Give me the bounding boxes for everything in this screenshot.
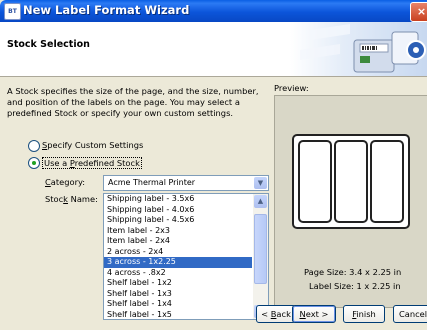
custom-settings-label: Specify Custom Settings: [42, 140, 144, 150]
preview-label-cell: [370, 140, 404, 223]
stock-list-item[interactable]: 4 across - .8x2: [104, 268, 252, 279]
back-button[interactable]: < Back: [256, 305, 296, 323]
stock-list-item[interactable]: Item label - 2x3: [104, 226, 252, 237]
description-text: A Stock specifies the size of the page, …: [7, 86, 259, 118]
label-printer-illustration: [300, 24, 426, 73]
preview-label: Preview:: [274, 83, 309, 93]
stock-preview-sheet: [292, 134, 410, 229]
header-illustration: [290, 22, 427, 76]
title-bar[interactable]: BT New Label Format Wizard ×: [0, 0, 427, 22]
stock-list-item[interactable]: Item label - 2x4: [104, 236, 252, 247]
stock-list-item[interactable]: Shelf label - 1x4: [104, 299, 252, 310]
window-title: New Label Format Wizard: [23, 3, 190, 17]
stock-list-items: Shipping label - 3.5x6 Shipping label - 4…: [104, 194, 252, 320]
chevron-down-icon[interactable]: ▼: [254, 177, 267, 189]
wizard-header: Stock Selection: [0, 22, 427, 77]
predefined-stock-radio[interactable]: [28, 157, 40, 169]
cancel-button[interactable]: Cancel: [393, 305, 427, 323]
category-label: Category:: [45, 177, 86, 187]
scroll-thumb[interactable]: [254, 214, 267, 284]
wizard-app-icon: BT: [4, 3, 21, 20]
stock-list-item[interactable]: Shipping label - 3.5x6: [104, 194, 252, 205]
stock-list-item[interactable]: Shipping label - 4.0x6: [104, 205, 252, 216]
stock-name-list[interactable]: Shipping label - 3.5x6 Shipping label - 4…: [103, 193, 269, 320]
label-size-text: Label Size: 1 x 2.25 in: [309, 281, 401, 291]
stock-list-item[interactable]: 2 across - 2x4: [104, 247, 252, 258]
predefined-stock-label: Use a Predefined Stock: [42, 157, 142, 169]
custom-settings-radio[interactable]: [28, 140, 40, 152]
next-button[interactable]: Next >: [292, 305, 336, 323]
category-value: Acme Thermal Printer: [108, 178, 196, 187]
stock-list-item[interactable]: Shelf label - 1x2: [104, 278, 252, 289]
page-title: Stock Selection: [7, 39, 90, 50]
chevron-up-icon[interactable]: ▲: [254, 195, 267, 208]
finish-button[interactable]: Finish: [343, 305, 385, 323]
stock-list-item[interactable]: Shipping label - 4.5x6: [104, 215, 252, 226]
category-select[interactable]: Acme Thermal Printer ▼: [103, 175, 269, 191]
preview-label-cell: [334, 140, 368, 223]
stock-name-label: Stock Name:: [45, 194, 98, 204]
stock-list-item[interactable]: 3 across - 1x2.25: [104, 257, 252, 268]
page-size-text: Page Size: 3.4 x 2.25 in: [304, 267, 402, 277]
stock-list-item[interactable]: Shelf label - 1x3: [104, 289, 252, 300]
stock-list-scrollbar[interactable]: ▲ ▼: [253, 194, 268, 319]
stock-list-item[interactable]: Shelf label - 1x5: [104, 310, 252, 320]
close-button[interactable]: ×: [410, 2, 427, 22]
preview-label-cell: [298, 140, 332, 223]
